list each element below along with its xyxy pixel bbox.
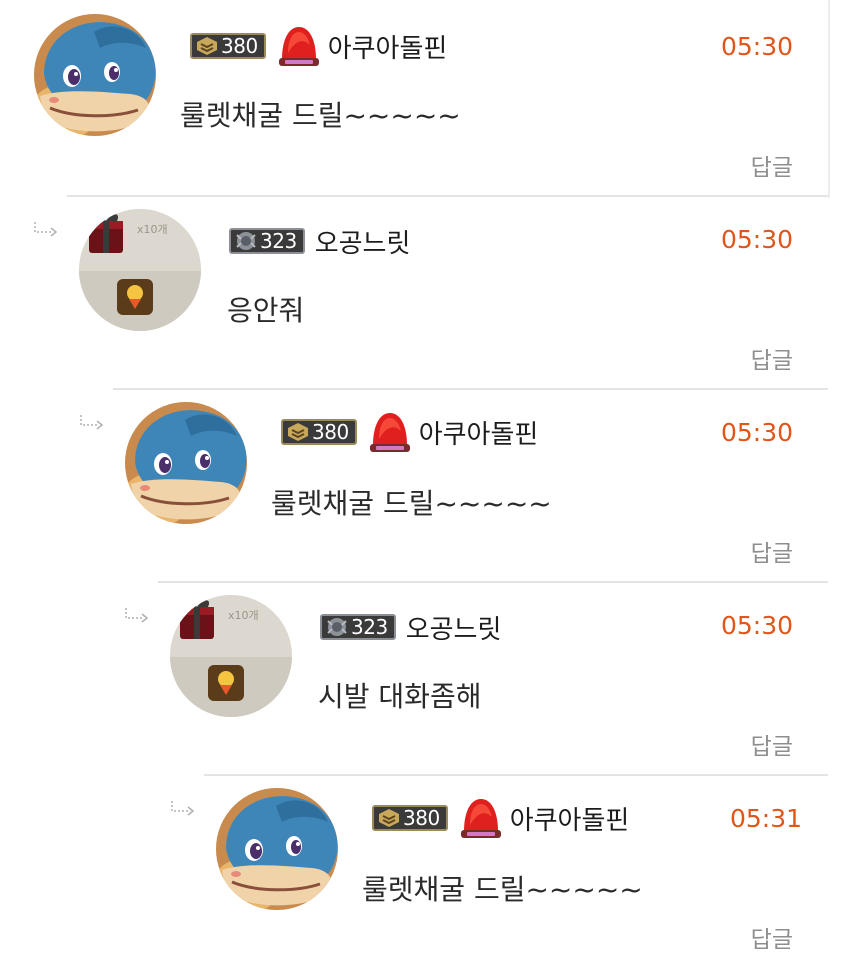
comment-time: 05:30 xyxy=(720,611,793,640)
reply-button[interactable]: 답글 xyxy=(751,148,793,182)
level-badge: 323 xyxy=(320,614,396,640)
reply-button[interactable]: 답글 xyxy=(751,727,793,761)
reply-button[interactable]: 답글 xyxy=(751,341,793,375)
avatar[interactable] xyxy=(79,209,201,331)
level-number: 380 xyxy=(221,34,258,58)
avatar[interactable] xyxy=(125,402,247,524)
comment-thread: 380 아쿠아돌핀 05:30 룰렛채굴 드릴~~~~~ 답글 323 오공느릿… xyxy=(0,0,850,953)
username[interactable]: 아쿠아돌핀 xyxy=(419,414,539,451)
comment-item: 380 아쿠아돌핀 05:30 룰렛채굴 드릴~~~~~ 답글 xyxy=(113,388,828,581)
comment-time: 05:30 xyxy=(720,32,793,61)
comment-item: 323 오공느릿 05:30 응안줘 답글 xyxy=(67,195,828,388)
comment-text: 시발 대화좀해 xyxy=(318,680,482,713)
level-number: 380 xyxy=(312,420,349,444)
comment-header: 380 아쿠아돌핀 xyxy=(190,24,447,68)
dolphin-avatar-icon xyxy=(34,14,156,136)
comment-text: 룰렛채굴 드릴~~~~~ xyxy=(362,873,643,906)
comment-text: 룰렛채굴 드릴~~~~~ xyxy=(180,99,461,132)
reply-arrow-icon xyxy=(170,800,196,816)
comment-time: 05:30 xyxy=(720,225,793,254)
reply-button[interactable]: 답글 xyxy=(751,534,793,568)
level-number: 323 xyxy=(260,229,297,253)
comment-text: 응안줘 xyxy=(227,294,305,327)
comment-time: 05:30 xyxy=(720,418,793,447)
divider xyxy=(828,0,830,198)
gift-avatar-icon xyxy=(79,209,201,331)
level-badge: 380 xyxy=(281,419,357,445)
silver-level-icon xyxy=(326,617,348,637)
gold-level-icon xyxy=(378,808,400,828)
gold-level-icon xyxy=(287,422,309,442)
level-number: 323 xyxy=(351,615,388,639)
comment-header: 323 오공느릿 xyxy=(320,605,501,649)
gold-level-icon xyxy=(196,36,218,56)
username[interactable]: 아쿠아돌핀 xyxy=(328,28,448,65)
reply-button[interactable]: 답글 xyxy=(751,920,793,954)
comment-item: 323 오공느릿 05:30 시발 대화좀해 답글 xyxy=(158,581,828,774)
red-bell-title-icon xyxy=(365,409,415,455)
level-badge: 323 xyxy=(229,228,305,254)
avatar[interactable] xyxy=(170,595,292,717)
comment-header: 380 아쿠아돌핀 xyxy=(372,796,629,840)
comment-time: 05:31 xyxy=(729,804,802,833)
dolphin-avatar-icon xyxy=(216,788,338,910)
reply-arrow-icon xyxy=(33,221,59,237)
red-bell-title-icon xyxy=(274,23,324,69)
reply-arrow-icon xyxy=(124,607,150,623)
level-badge: 380 xyxy=(372,805,448,831)
level-badge: 380 xyxy=(190,33,266,59)
comment-header: 380 아쿠아돌핀 xyxy=(281,410,538,454)
username[interactable]: 아쿠아돌핀 xyxy=(510,800,630,837)
comment-item: 380 아쿠아돌핀 05:30 룰렛채굴 드릴~~~~~ 답글 xyxy=(22,0,830,198)
username[interactable]: 오공느릿 xyxy=(315,223,411,260)
level-number: 380 xyxy=(403,806,440,830)
comment-text: 룰렛채굴 드릴~~~~~ xyxy=(271,487,552,520)
red-bell-title-icon xyxy=(456,795,506,841)
silver-level-icon xyxy=(235,231,257,251)
avatar[interactable] xyxy=(34,14,156,136)
gift-avatar-icon xyxy=(170,595,292,717)
username[interactable]: 오공느릿 xyxy=(406,609,502,646)
comment-item: 380 아쿠아돌핀 05:31 룰렛채굴 드릴~~~~~ 답글 xyxy=(204,774,828,967)
avatar[interactable] xyxy=(216,788,338,910)
reply-arrow-icon xyxy=(79,414,105,430)
dolphin-avatar-icon xyxy=(125,402,247,524)
comment-header: 323 오공느릿 xyxy=(229,219,410,263)
